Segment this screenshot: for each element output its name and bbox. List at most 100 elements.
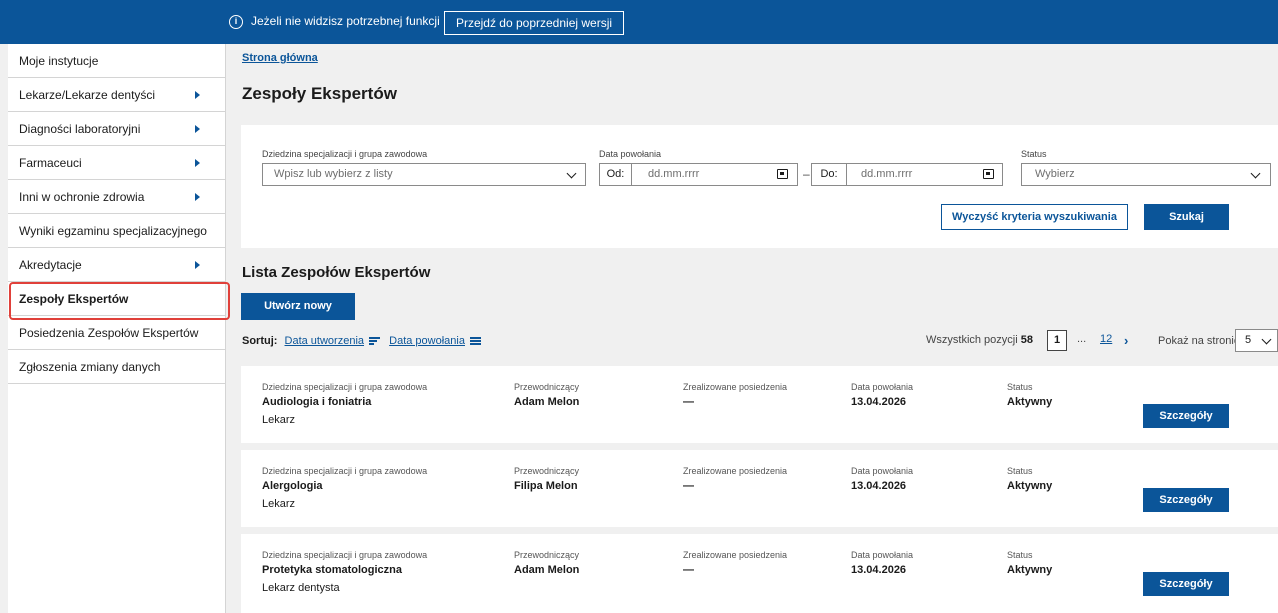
- details-button[interactable]: Szczegóły: [1143, 488, 1229, 512]
- breadcrumb-home-link[interactable]: Strona główna: [242, 52, 318, 64]
- list-item: Dziedzina specjalizacji i grupa zawodowa…: [241, 450, 1278, 527]
- sidebar-item-label: Akredytacje: [19, 257, 82, 272]
- last-page-link[interactable]: 12: [1100, 333, 1112, 345]
- specialization-value: Protetyka stomatologiczna: [262, 564, 402, 576]
- page-title: Zespoły Ekspertów: [242, 84, 397, 103]
- caret-right-icon: [195, 91, 200, 99]
- chevron-right-icon[interactable]: ›: [1124, 333, 1128, 348]
- date-to-prefix: Do:: [811, 163, 847, 186]
- sidebar-item-label: Lekarze/Lekarze dentyści: [19, 87, 156, 102]
- professional-group-value: Lekarz dentysta: [262, 582, 340, 594]
- specialization-column-label: Dziedzina specjalizacji i grupa zawodowa: [262, 466, 428, 476]
- details-button[interactable]: Szczegóły: [1143, 572, 1229, 596]
- chair-value: Adam Melon: [514, 564, 580, 576]
- chair-column-label: Przewodniczący: [514, 382, 580, 392]
- meetings-value: —: [683, 396, 694, 408]
- sidebar-item-posiedzenia[interactable]: Posiedzenia Zespołów Ekspertów: [8, 316, 225, 350]
- list-item: Dziedzina specjalizacji i grupa zawodowa…: [241, 366, 1278, 443]
- sort-controls: Sortuj: Data utworzenia Data powołania: [242, 335, 482, 347]
- sidebar-item-inni[interactable]: Inni w ochronie zdrowia: [8, 180, 225, 214]
- sidebar-item-diagnosci[interactable]: Diagności laboratoryjni: [8, 112, 225, 146]
- pagination-ellipsis: ...: [1077, 333, 1087, 345]
- sidebar-item-label: Farmaceuci: [19, 155, 82, 170]
- caret-right-icon: [195, 159, 200, 167]
- status-column-label: Status: [1007, 550, 1033, 560]
- date-column-label: Data powołania: [851, 466, 914, 476]
- date-column-label: Data powołania: [851, 382, 914, 392]
- date-to-input[interactable]: dd.mm.rrrr: [846, 163, 1003, 186]
- banner-info-text: Jeżeli nie widzisz potrzebnej funkcji: [251, 14, 440, 28]
- create-new-button[interactable]: Utwórz nowy: [241, 293, 355, 320]
- specialization-label: Dziedzina specjalizacji i grupa zawodowa: [262, 149, 428, 159]
- list-item: Dziedzina specjalizacji i grupa zawodowa…: [241, 534, 1278, 613]
- sidebar-item-farmaceuci[interactable]: Farmaceuci: [8, 146, 225, 180]
- date-label: Data powołania: [599, 149, 662, 159]
- search-button[interactable]: Szukaj: [1144, 204, 1229, 230]
- specialization-combobox[interactable]: Wpisz lub wybierz z listy: [262, 163, 586, 186]
- calendar-icon[interactable]: [777, 169, 788, 179]
- professional-group-value: Lekarz: [262, 498, 296, 510]
- sort-neutral-icon[interactable]: [470, 337, 482, 345]
- sort-descending-icon[interactable]: [369, 337, 381, 345]
- status-column-label: Status: [1007, 466, 1033, 476]
- status-value: Aktywny: [1007, 396, 1053, 408]
- total-value: 58: [1020, 334, 1033, 346]
- status-column-label: Status: [1007, 382, 1033, 392]
- caret-right-icon: [195, 193, 200, 201]
- meetings-column-label: Zrealizowane posiedzenia: [683, 466, 788, 476]
- date-value: 13.04.2026: [851, 396, 907, 408]
- sidebar-item-label: Zespoły Ekspertów: [19, 291, 129, 306]
- chevron-down-icon: [1261, 334, 1272, 345]
- professional-group-value: Lekarz: [262, 414, 296, 426]
- chair-value: Adam Melon: [514, 396, 580, 408]
- date-value: 13.04.2026: [851, 480, 907, 492]
- specialization-value: Audiologia i foniatria: [262, 396, 372, 408]
- status-select[interactable]: Wybierz: [1021, 163, 1271, 186]
- date-value: 13.04.2026: [851, 564, 907, 576]
- status-value: Aktywny: [1007, 480, 1053, 492]
- current-page-input[interactable]: 1: [1047, 330, 1067, 351]
- sidebar-item-label: Zgłoszenia zmiany danych: [19, 359, 161, 374]
- list-title: Lista Zespołów Ekspertów: [242, 264, 431, 281]
- total-count: Wszystkich pozycji 58: [926, 334, 1033, 346]
- calendar-icon[interactable]: [983, 169, 994, 179]
- sidebar-item-wyniki-egzaminu[interactable]: Wyniki egzaminu specjalizacyjnego: [8, 214, 225, 248]
- date-from-prefix: Od:: [599, 163, 632, 186]
- per-page-label: Pokaż na stronie: [1158, 335, 1240, 347]
- sidebar-item-moje-instytucje[interactable]: Moje instytucje: [8, 44, 225, 78]
- clear-criteria-button[interactable]: Wyczyść kryteria wyszukiwania: [941, 204, 1128, 230]
- sidebar-item-lekarze[interactable]: Lekarze/Lekarze dentyści: [8, 78, 225, 112]
- specialization-column-label: Dziedzina specjalizacji i grupa zawodowa: [262, 382, 428, 392]
- sidebar-item-label: Wyniki egzaminu specjalizacyjnego: [19, 223, 207, 238]
- meetings-value: —: [683, 564, 694, 576]
- date-column-label: Data powołania: [851, 550, 914, 560]
- specialization-column-label: Dziedzina specjalizacji i grupa zawodowa: [262, 550, 428, 560]
- sidebar: Moje instytucje Lekarze/Lekarze dentyści…: [8, 44, 230, 613]
- sort-by-appointed-link[interactable]: Data powołania: [389, 335, 465, 347]
- previous-version-button[interactable]: Przejdź do poprzedniej wersji: [444, 11, 624, 35]
- details-button[interactable]: Szczegóły: [1143, 404, 1229, 428]
- meetings-column-label: Zrealizowane posiedzenia: [683, 382, 788, 392]
- status-label: Status: [1021, 149, 1047, 159]
- top-banner: i Jeżeli nie widzisz potrzebnej funkcji …: [0, 0, 1278, 44]
- chair-value: Filipa Melon: [514, 480, 578, 492]
- sort-label: Sortuj:: [242, 335, 278, 347]
- sidebar-item-label: Posiedzenia Zespołów Ekspertów: [19, 325, 199, 340]
- total-label: Wszystkich pozycji: [926, 334, 1018, 346]
- sidebar-item-label: Diagności laboratoryjni: [19, 121, 141, 136]
- sidebar-item-zgloszenia[interactable]: Zgłoszenia zmiany danych: [8, 350, 225, 384]
- caret-right-icon: [195, 261, 200, 269]
- sort-by-created-link[interactable]: Data utworzenia: [285, 335, 365, 347]
- meetings-column-label: Zrealizowane posiedzenia: [683, 550, 788, 560]
- status-value: Aktywny: [1007, 564, 1053, 576]
- per-page-select[interactable]: 5: [1235, 329, 1278, 352]
- sidebar-item-label: Inni w ochronie zdrowia: [19, 189, 145, 204]
- specialization-value: Alergologia: [262, 480, 323, 492]
- date-from-input[interactable]: dd.mm.rrrr: [631, 163, 798, 186]
- date-range-separator: –: [803, 167, 810, 181]
- sidebar-item-akredytacje[interactable]: Akredytacje: [8, 248, 225, 282]
- sidebar-item-label: Moje instytucje: [19, 53, 99, 68]
- chair-column-label: Przewodniczący: [514, 466, 580, 476]
- sidebar-item-zespoly-ekspertow[interactable]: Zespoły Ekspertów: [8, 282, 230, 320]
- per-page-value: 5: [1245, 334, 1252, 346]
